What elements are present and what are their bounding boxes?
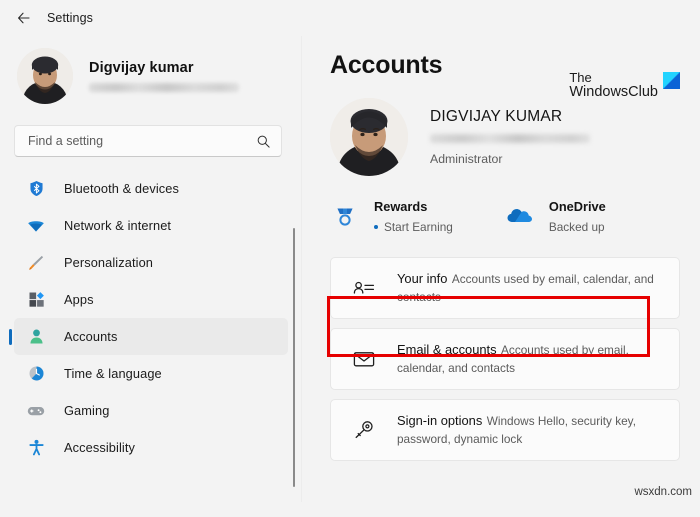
title-bar: Settings bbox=[0, 0, 700, 36]
settings-row-email-accounts-text: Email & accounts Accounts used by email,… bbox=[397, 341, 679, 377]
sidebar-item-accounts[interactable]: Accounts bbox=[14, 318, 288, 355]
sidebar-item-bluetooth-devices[interactable]: Bluetooth & devices bbox=[14, 170, 288, 207]
settings-row-your-info-text: Your info Accounts used by email, calend… bbox=[397, 270, 679, 306]
settings-rows: Your info Accounts used by email, calend… bbox=[330, 257, 700, 461]
game-controller-icon bbox=[26, 401, 46, 421]
status-card-subtitle-row: Backed up bbox=[549, 220, 606, 234]
account-avatar[interactable] bbox=[330, 98, 408, 176]
windowsclub-watermark-logo: The WindowsClub bbox=[569, 71, 680, 100]
sidebar: Digvijay kumar bbox=[0, 36, 302, 502]
sidebar-item-label: Network & internet bbox=[64, 218, 171, 233]
medal-icon bbox=[330, 201, 360, 231]
sidebar-item-network-internet[interactable]: Network & internet bbox=[14, 207, 288, 244]
status-card-rewards[interactable]: Rewards Start Earning bbox=[330, 198, 453, 234]
back-arrow-icon bbox=[16, 10, 32, 26]
apps-grid-icon bbox=[26, 290, 46, 310]
sidebar-profile-text: Digvijay kumar bbox=[89, 60, 239, 92]
content-pane: Accounts The WindowsClub bbox=[302, 36, 700, 502]
sidebar-item-accessibility[interactable]: Accessibility bbox=[14, 429, 288, 466]
status-card-onedrive[interactable]: OneDrive Backed up bbox=[505, 198, 606, 234]
contact-card-icon bbox=[351, 275, 377, 301]
clock-icon bbox=[26, 364, 46, 384]
account-role: Administrator bbox=[430, 152, 590, 166]
status-dot-icon bbox=[374, 225, 378, 229]
search-box[interactable] bbox=[14, 125, 282, 157]
wifi-icon bbox=[26, 216, 46, 236]
selection-indicator bbox=[9, 329, 12, 345]
search-wrapper bbox=[14, 125, 282, 157]
status-card-subtitle: Backed up bbox=[549, 220, 605, 234]
page-watermark: wsxdn.com bbox=[634, 486, 692, 498]
windowsclub-logo-mark-icon bbox=[663, 72, 680, 89]
windowsclub-logo-text: The WindowsClub bbox=[569, 71, 658, 100]
key-icon bbox=[351, 417, 377, 443]
sidebar-item-label: Time & language bbox=[64, 366, 162, 381]
paintbrush-icon bbox=[26, 253, 46, 273]
accessibility-person-icon bbox=[26, 438, 46, 458]
envelope-icon bbox=[351, 346, 377, 372]
settings-row-your-info[interactable]: Your info Accounts used by email, calend… bbox=[330, 257, 680, 319]
settings-row-sign-in-options-text: Sign-in options Windows Hello, security … bbox=[397, 412, 679, 448]
account-text: DIGVIJAY KUMAR Administrator bbox=[430, 108, 590, 166]
settings-row-title: Sign-in options bbox=[397, 413, 482, 428]
account-name: DIGVIJAY KUMAR bbox=[430, 108, 590, 126]
sidebar-item-label: Gaming bbox=[64, 403, 109, 418]
status-card-subtitle-row: Start Earning bbox=[374, 220, 453, 234]
settings-row-email-accounts[interactable]: Email & accounts Accounts used by email,… bbox=[330, 328, 680, 390]
window-title: Settings bbox=[47, 11, 93, 25]
bluetooth-icon bbox=[26, 179, 46, 199]
sidebar-item-gaming[interactable]: Gaming bbox=[14, 392, 288, 429]
account-email-redacted bbox=[430, 134, 590, 143]
sidebar-profile-email-redacted bbox=[89, 83, 239, 92]
settings-row-title: Your info bbox=[397, 271, 447, 286]
cloud-icon bbox=[505, 201, 535, 231]
status-card-subtitle: Start Earning bbox=[384, 220, 453, 234]
sidebar-item-label: Accessibility bbox=[64, 440, 135, 455]
sidebar-item-label: Apps bbox=[64, 292, 94, 307]
settings-row-title: Email & accounts bbox=[397, 342, 497, 357]
settings-row-sign-in-options[interactable]: Sign-in options Windows Hello, security … bbox=[330, 399, 680, 461]
windowsclub-logo-line2: WindowsClub bbox=[569, 85, 658, 100]
sidebar-profile[interactable]: Digvijay kumar bbox=[17, 48, 302, 104]
status-row: Rewards Start Earning bbox=[330, 198, 700, 234]
settings-window: Settings Di bbox=[0, 0, 700, 502]
status-card-title: OneDrive bbox=[549, 199, 606, 214]
sidebar-nav: Bluetooth & devices Network & internet bbox=[14, 170, 288, 466]
sidebar-profile-name: Digvijay kumar bbox=[89, 60, 239, 76]
sidebar-item-time-language[interactable]: Time & language bbox=[14, 355, 288, 392]
body-split: Digvijay kumar bbox=[0, 36, 700, 502]
status-card-rewards-text: Rewards Start Earning bbox=[374, 198, 453, 234]
search-icon[interactable] bbox=[256, 134, 271, 149]
content-scroll: Accounts The WindowsClub bbox=[330, 51, 700, 517]
back-button[interactable] bbox=[10, 4, 38, 32]
content-scrollbar[interactable] bbox=[293, 228, 295, 487]
sidebar-item-label: Personalization bbox=[64, 255, 153, 270]
sidebar-item-personalization[interactable]: Personalization bbox=[14, 244, 288, 281]
search-input[interactable] bbox=[28, 134, 256, 148]
sidebar-item-label: Accounts bbox=[64, 329, 117, 344]
status-card-onedrive-text: OneDrive Backed up bbox=[549, 198, 606, 234]
account-header: DIGVIJAY KUMAR Administrator bbox=[330, 98, 700, 176]
windowsclub-logo-line1: The bbox=[569, 71, 658, 85]
avatar bbox=[17, 48, 73, 104]
sidebar-item-apps[interactable]: Apps bbox=[14, 281, 288, 318]
status-card-title: Rewards bbox=[374, 199, 427, 214]
sidebar-item-label: Bluetooth & devices bbox=[64, 181, 179, 196]
person-icon bbox=[26, 327, 46, 347]
